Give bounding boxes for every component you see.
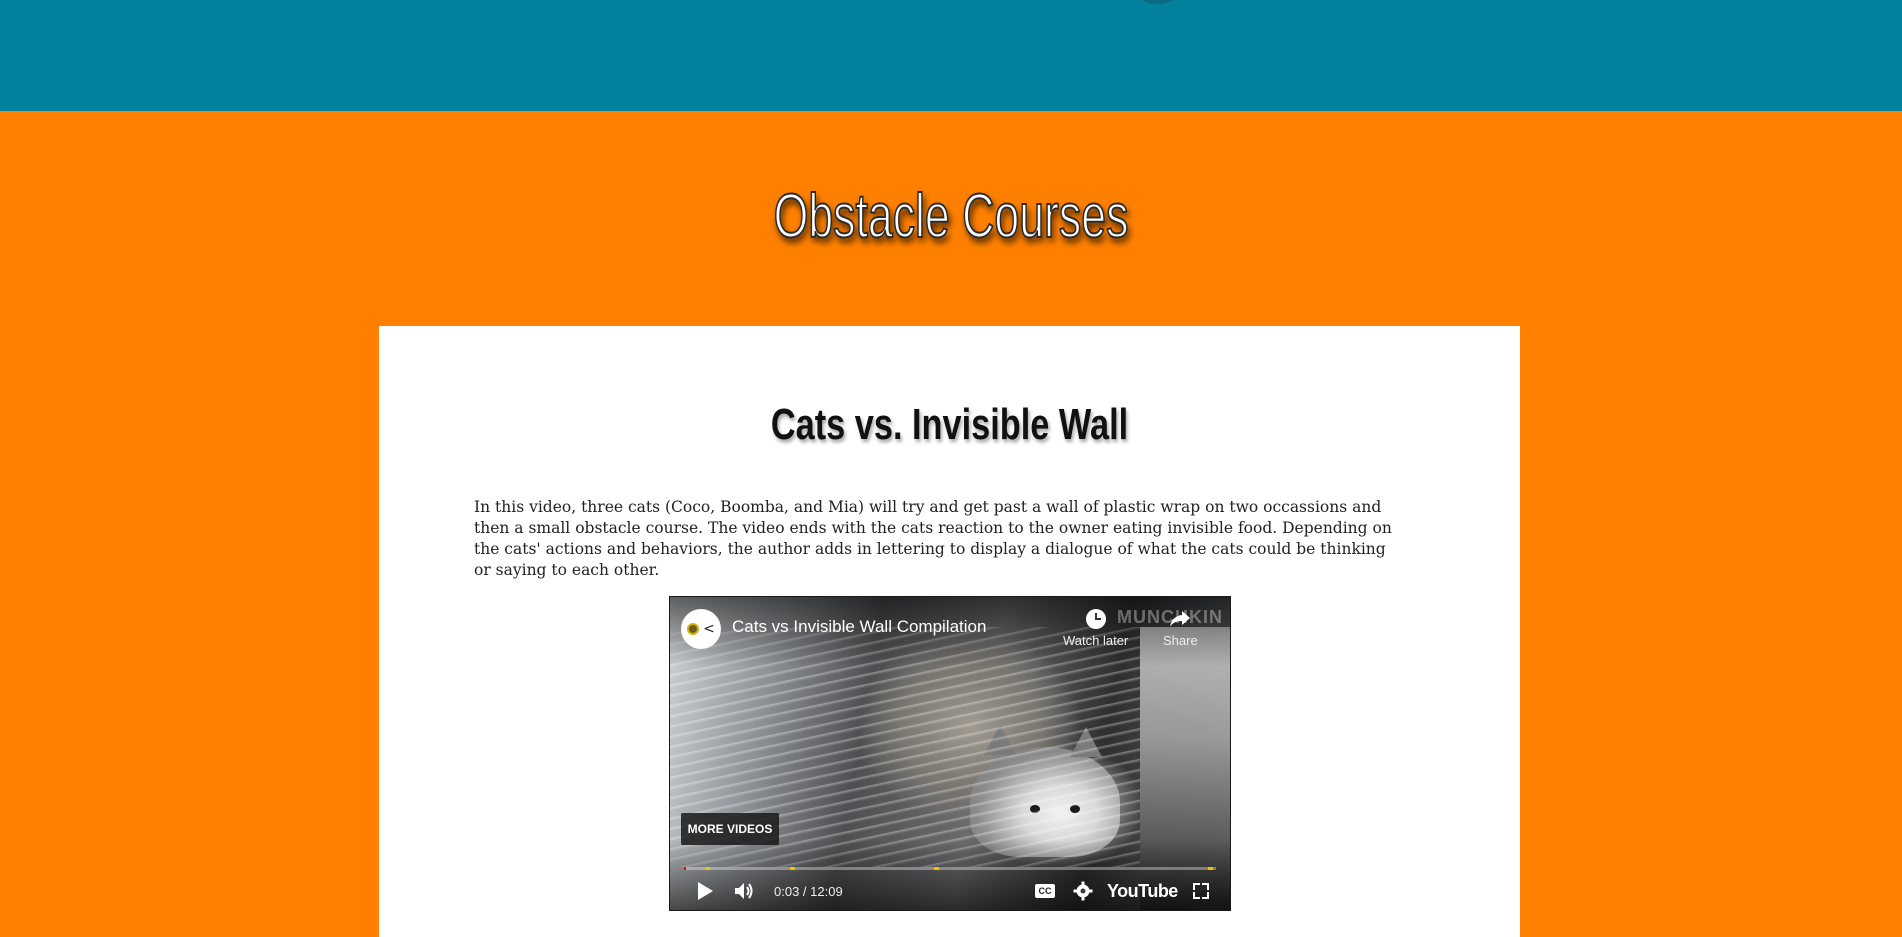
video-title[interactable]: Cats vs Invisible Wall Compilation: [732, 617, 986, 637]
play-button[interactable]: [692, 878, 718, 904]
volume-button[interactable]: [732, 878, 758, 904]
chapter-marker: [1208, 867, 1213, 870]
header-logo[interactable]: [1125, 0, 1189, 4]
watch-later-button[interactable]: Watch later: [1063, 609, 1128, 648]
video-progress-bar[interactable]: [684, 867, 1216, 870]
clock-icon: [1085, 609, 1106, 629]
content-card: Cats vs. Invisible Wall In this video, t…: [379, 326, 1520, 937]
watch-later-label: Watch later: [1063, 633, 1129, 648]
card-title: Cats vs. Invisible Wall: [770, 400, 1129, 449]
video-controls: 0:03 / 12:09 CC YouTube: [670, 872, 1230, 910]
section-title: Obstacle Courses: [773, 181, 1129, 252]
share-arrow-icon: [1170, 611, 1191, 627]
youtube-logo-button[interactable]: YouTube: [1107, 878, 1178, 904]
share-label: Share: [1163, 633, 1198, 648]
volume-icon: [735, 883, 753, 899]
top-header-bar: [0, 0, 1902, 111]
captions-icon: CC: [1035, 884, 1055, 898]
time-text: 0:03 / 12:09: [774, 883, 843, 899]
progress-played: [684, 867, 686, 870]
card-description: In this video, three cats (Coco, Boomba,…: [474, 498, 1392, 579]
embedded-video-player[interactable]: < Cats vs Invisible Wall Compilation MUN…: [669, 596, 1231, 911]
fullscreen-icon: [1193, 883, 1209, 899]
more-videos-button[interactable]: MORE VIDEOS: [681, 813, 779, 845]
time-display: 0:03 / 12:09: [774, 878, 843, 904]
settings-button[interactable]: [1070, 878, 1096, 904]
captions-button[interactable]: CC: [1032, 878, 1058, 904]
play-icon: [697, 882, 713, 900]
channel-avatar[interactable]: <: [681, 609, 721, 649]
avatar-wink-icon: <: [703, 621, 715, 637]
youtube-logo: YouTube: [1107, 880, 1178, 901]
gear-icon: [1073, 881, 1093, 901]
avatar-eye-icon: [687, 623, 700, 635]
fullscreen-button[interactable]: [1188, 878, 1214, 904]
chapter-marker: [934, 867, 939, 870]
chapter-marker: [790, 867, 795, 870]
chapter-marker: [705, 867, 710, 870]
share-button[interactable]: Share: [1163, 609, 1198, 648]
